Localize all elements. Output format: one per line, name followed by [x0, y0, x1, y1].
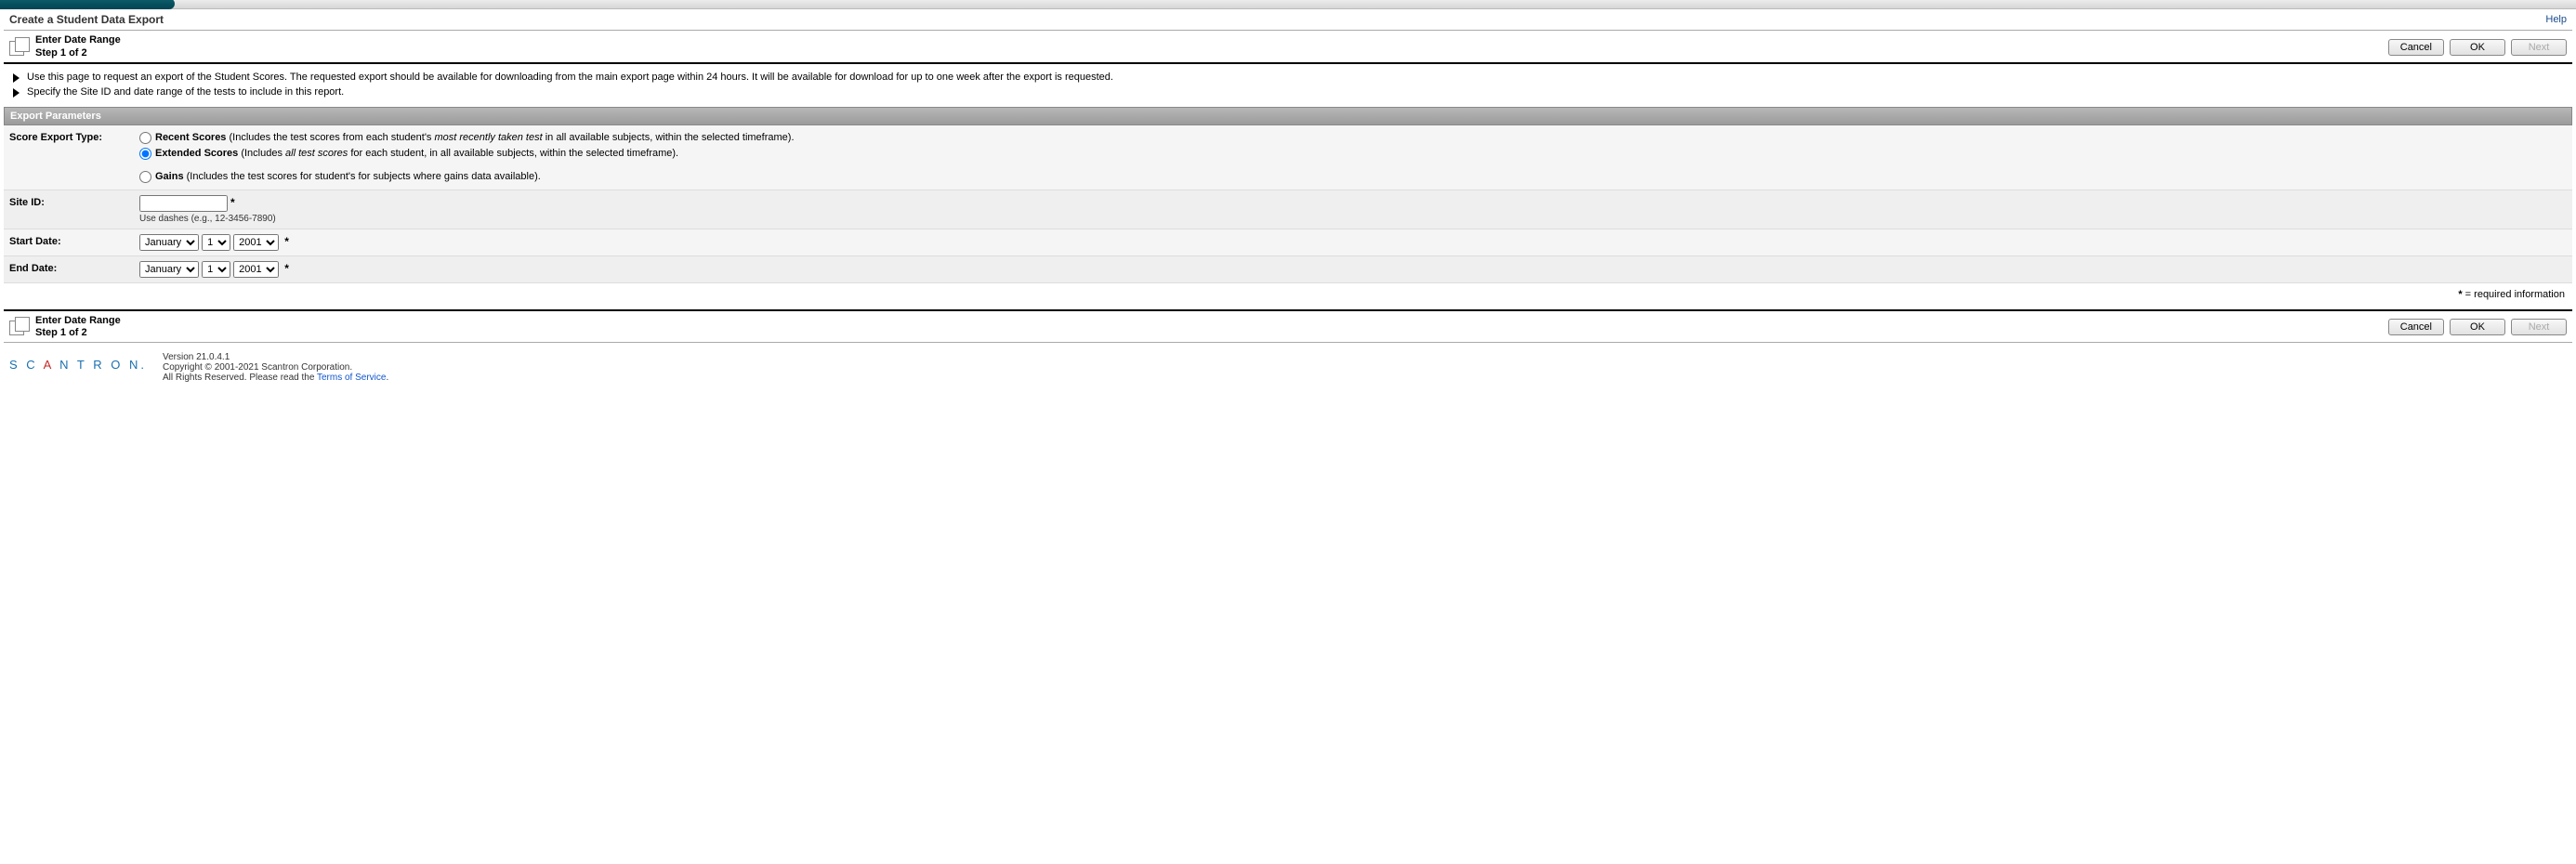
page-title: Create a Student Data Export — [9, 13, 164, 26]
required-star: * — [230, 196, 235, 209]
footer: S C A N T R O N. Version 21.0.4.1 Copyri… — [4, 343, 2572, 392]
radio-gains[interactable]: Gains (Includes the test scores for stud… — [139, 169, 2567, 185]
row-site-id: Site ID: * Use dashes (e.g., 12-3456-789… — [4, 190, 2572, 229]
ok-button-bottom[interactable]: OK — [2450, 319, 2505, 335]
start-month-select[interactable]: January — [139, 234, 199, 251]
wizard-step-bottom: Step 1 of 2 — [35, 327, 121, 340]
section-header: Export Parameters — [4, 107, 2572, 125]
footer-version: Version 21.0.4.1 — [163, 352, 388, 362]
extended-italic: all test scores — [285, 148, 348, 159]
cancel-button[interactable]: Cancel — [2388, 39, 2444, 56]
label-site-id: Site ID: — [9, 195, 139, 208]
recent-tail: in all available subjects, within the se… — [543, 132, 795, 143]
required-star: * — [284, 235, 289, 248]
start-year-select[interactable]: 2001 — [233, 234, 279, 251]
row-score-export-type: Score Export Type: Recent Scores (Includ… — [4, 125, 2572, 190]
next-button-bottom[interactable]: Next — [2511, 319, 2567, 335]
page-header: Create a Student Data Export Help — [4, 9, 2572, 30]
footer-period: . — [386, 373, 388, 383]
row-end-date: End Date: January 1 2001 * — [4, 256, 2572, 283]
end-day-select[interactable]: 1 — [202, 261, 230, 278]
start-day-select[interactable]: 1 — [202, 234, 230, 251]
footer-copyright: Copyright © 2001-2021 Scantron Corporati… — [163, 362, 388, 373]
wizard-step: Step 1 of 2 — [35, 47, 121, 60]
gains-tail: (Includes the test scores for student's … — [184, 171, 541, 182]
row-start-date: Start Date: January 1 2001 * — [4, 229, 2572, 256]
recent-italic: most recently taken test — [434, 132, 542, 143]
site-id-hint: Use dashes (e.g., 12-3456-7890) — [139, 214, 2567, 224]
gains-bold: Gains — [155, 171, 184, 182]
top-strip — [0, 0, 2576, 9]
site-id-input[interactable] — [139, 195, 228, 212]
label-start-date: Start Date: — [9, 234, 139, 247]
radio-recent-input[interactable] — [139, 132, 151, 144]
extended-tail: for each student, in all available subje… — [348, 148, 678, 159]
ok-button[interactable]: OK — [2450, 39, 2505, 56]
required-note-text: = required information — [2463, 289, 2565, 300]
bullet-arrow-icon — [13, 88, 20, 98]
terms-of-service-link[interactable]: Terms of Service — [317, 373, 386, 383]
radio-extended-scores[interactable]: Extended Scores (Includes all test score… — [139, 146, 2567, 162]
instruction-text-1: Use this page to request an export of th… — [27, 72, 1113, 83]
wizard-title-bottom: Enter Date Range — [35, 315, 121, 328]
wizard-title: Enter Date Range — [35, 34, 121, 47]
end-year-select[interactable]: 2001 — [233, 261, 279, 278]
extended-open: (Includes — [238, 148, 285, 159]
end-month-select[interactable]: January — [139, 261, 199, 278]
nav-tab-stub — [0, 0, 175, 9]
recent-open: (Includes the test scores from each stud… — [226, 132, 434, 143]
required-star: * — [284, 262, 289, 275]
scantron-logo: S C A N T R O N. — [9, 358, 144, 372]
radio-gains-input[interactable] — [139, 171, 151, 183]
footer-rights: All Rights Reserved. Please read the — [163, 373, 317, 383]
wizard-bar-top: Enter Date Range Step 1 of 2 Cancel OK N… — [4, 30, 2572, 64]
bullet-arrow-icon — [13, 73, 20, 83]
radio-extended-input[interactable] — [139, 148, 151, 160]
extended-bold: Extended Scores — [155, 148, 238, 159]
next-button[interactable]: Next — [2511, 39, 2567, 56]
wizard-icon — [9, 317, 30, 337]
cancel-button-bottom[interactable]: Cancel — [2388, 319, 2444, 335]
help-link[interactable]: Help — [2545, 14, 2567, 25]
label-end-date: End Date: — [9, 261, 139, 274]
wizard-icon — [9, 37, 30, 58]
label-score-type: Score Export Type: — [9, 130, 139, 143]
recent-bold: Recent Scores — [155, 132, 226, 143]
radio-recent-scores[interactable]: Recent Scores (Includes the test scores … — [139, 130, 2567, 146]
instruction-text-2: Specify the Site ID and date range of th… — [27, 86, 344, 98]
instruction-block: Use this page to request an export of th… — [4, 64, 2572, 107]
required-note: * = required information — [4, 283, 2572, 306]
wizard-bar-bottom: Enter Date Range Step 1 of 2 Cancel OK N… — [4, 311, 2572, 344]
